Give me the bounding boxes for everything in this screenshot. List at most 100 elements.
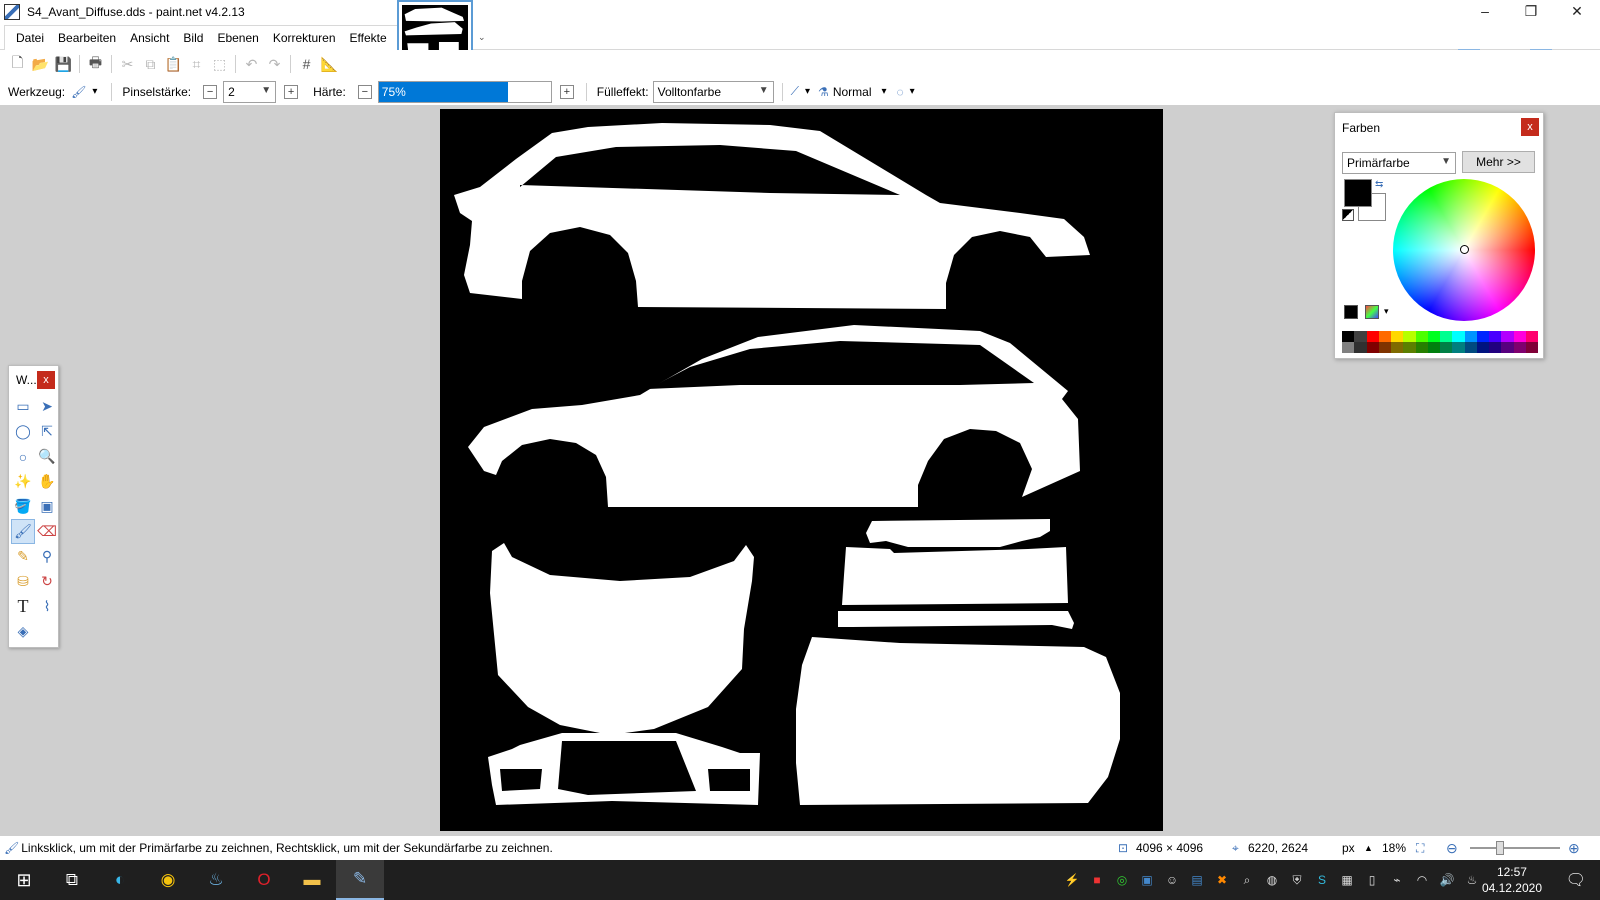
copy-icon[interactable]: ⧉ bbox=[139, 53, 162, 75]
zoom-in-icon[interactable]: ⊕ bbox=[1568, 840, 1580, 857]
paintbrush-icon[interactable]: 🖌 bbox=[71, 85, 86, 99]
tray-app-icon[interactable]: ✖ bbox=[1211, 873, 1233, 887]
palette-swatch[interactable] bbox=[1354, 331, 1367, 342]
palette-swatch[interactable] bbox=[1464, 331, 1477, 342]
swap-colors-icon[interactable]: ⇆ bbox=[1375, 179, 1383, 190]
image-canvas[interactable] bbox=[440, 109, 1163, 831]
primary-color-swatch[interactable] bbox=[1344, 179, 1372, 207]
palette-swatch[interactable] bbox=[1464, 342, 1477, 353]
lasso-select-icon[interactable]: ◯ bbox=[11, 419, 35, 444]
steam-icon[interactable]: ♨ bbox=[192, 860, 240, 900]
line-curve-icon[interactable]: ⌇ bbox=[35, 594, 59, 619]
notification-icon[interactable]: 🗨 bbox=[1566, 870, 1586, 890]
battery-icon[interactable]: ▯ bbox=[1361, 873, 1383, 887]
palette-swatch[interactable] bbox=[1476, 331, 1489, 342]
grid-icon[interactable]: # bbox=[295, 53, 318, 75]
palette-swatch[interactable] bbox=[1342, 331, 1355, 342]
wifi-icon[interactable]: ◠ bbox=[1411, 873, 1433, 887]
recolor-icon[interactable]: ↻ bbox=[35, 569, 59, 594]
palette-swatch[interactable] bbox=[1489, 342, 1502, 353]
menu-datei[interactable]: Datei bbox=[9, 26, 51, 50]
menu-effekte[interactable]: Effekte bbox=[343, 26, 394, 50]
zoom-icon[interactable]: 🔍 bbox=[35, 444, 59, 469]
opera-icon[interactable]: O bbox=[240, 860, 288, 900]
palette-swatch[interactable] bbox=[1427, 331, 1440, 342]
shapes-icon[interactable]: ◈ bbox=[11, 619, 35, 644]
color-wheel-marker[interactable] bbox=[1460, 245, 1469, 254]
palette-swatch[interactable] bbox=[1452, 331, 1465, 342]
tray-app-icon[interactable]: ◎ bbox=[1111, 873, 1133, 887]
tray-app-icon[interactable]: ⌁ bbox=[1386, 873, 1408, 887]
palette-swatch[interactable] bbox=[1452, 342, 1465, 353]
palette-swatch[interactable] bbox=[1427, 342, 1440, 353]
brush-width-combo[interactable]: 2 ▼ bbox=[223, 80, 277, 103]
tray-app-icon[interactable]: ◍ bbox=[1261, 873, 1283, 887]
tray-app-icon[interactable]: ▦ bbox=[1336, 873, 1358, 887]
paint-bucket-icon[interactable]: 🪣 bbox=[11, 494, 35, 519]
search-icon[interactable]: ⌕ bbox=[1236, 873, 1258, 888]
tool-dropdown-caret[interactable]: ▾ bbox=[92, 86, 97, 97]
clone-stamp-icon[interactable]: ⛁ bbox=[11, 569, 35, 594]
palette-swatch[interactable] bbox=[1489, 331, 1502, 342]
paintnet-icon[interactable]: ✎ bbox=[336, 860, 384, 900]
discord-icon[interactable]: ☺ bbox=[1161, 873, 1183, 887]
new-icon[interactable]: 🗋 bbox=[6, 53, 29, 75]
color-wheel[interactable] bbox=[1393, 179, 1535, 321]
palette-swatch[interactable] bbox=[1378, 331, 1391, 342]
reset-colors-icon[interactable] bbox=[1342, 209, 1354, 221]
more-button[interactable]: Mehr >> bbox=[1462, 151, 1535, 173]
steam-tray-icon[interactable]: ♨ bbox=[1461, 873, 1483, 887]
selection-mode-icon[interactable]: ◌ bbox=[897, 85, 904, 99]
task-view-icon[interactable]: ⧉ bbox=[48, 860, 96, 900]
palette-menu-caret[interactable]: ▾ bbox=[1384, 306, 1389, 317]
blend-mode-value[interactable]: Normal bbox=[833, 85, 872, 99]
tray-app-icon[interactable]: S bbox=[1311, 873, 1333, 887]
palette-swatch[interactable] bbox=[1354, 342, 1367, 353]
menu-ansicht[interactable]: Ansicht bbox=[123, 26, 176, 50]
tray-app-icon[interactable]: ▤ bbox=[1186, 873, 1208, 887]
palette-swatch[interactable] bbox=[1391, 342, 1404, 353]
hardness-increase-button[interactable]: + bbox=[559, 84, 574, 99]
zoom-value[interactable]: 18% bbox=[1382, 841, 1406, 855]
palette-swatch[interactable] bbox=[1476, 342, 1489, 353]
selection-mode-caret[interactable]: ▾ bbox=[910, 86, 915, 97]
chrome-icon[interactable]: ◉ bbox=[144, 860, 192, 900]
tab-overflow-caret[interactable]: ⌄ bbox=[478, 32, 486, 43]
zoom-slider-thumb[interactable] bbox=[1496, 841, 1504, 855]
palette-swatch[interactable] bbox=[1501, 331, 1514, 342]
palette-swatch[interactable] bbox=[1525, 342, 1538, 353]
explorer-icon[interactable]: ▬ bbox=[288, 860, 336, 900]
undo-icon[interactable]: ↶ bbox=[240, 53, 263, 75]
brush-width-decrease-button[interactable]: − bbox=[203, 84, 218, 99]
colors-window-close-button[interactable]: x bbox=[1521, 118, 1539, 136]
palette-swatch[interactable] bbox=[1501, 342, 1514, 353]
palette-swatch[interactable] bbox=[1415, 331, 1428, 342]
pan-icon[interactable]: ✋ bbox=[35, 469, 59, 494]
zoom-to-window-icon[interactable]: ⛶ bbox=[1416, 841, 1424, 856]
palette-swatch[interactable] bbox=[1440, 331, 1453, 342]
open-icon[interactable]: 📂 bbox=[29, 53, 52, 75]
tray-app-icon[interactable]: ▣ bbox=[1136, 873, 1158, 887]
palette-swatch[interactable] bbox=[1525, 331, 1538, 342]
palette-swatch[interactable] bbox=[1378, 342, 1391, 353]
brush-width-increase-button[interactable]: + bbox=[284, 84, 299, 99]
palette-swatch[interactable] bbox=[1513, 331, 1526, 342]
antialiasing-icon[interactable]: ⟋ bbox=[791, 84, 799, 99]
save-icon[interactable]: 💾 bbox=[52, 53, 75, 75]
crop-icon[interactable]: ⌗ bbox=[185, 53, 208, 75]
move-selected-icon[interactable]: ⇱ bbox=[35, 419, 59, 444]
tray-app-icon[interactable]: ■ bbox=[1086, 873, 1108, 887]
ellipse-select-icon[interactable]: ○ bbox=[11, 444, 35, 469]
palette-swatch[interactable] bbox=[1366, 342, 1379, 353]
palette-swatch[interactable] bbox=[1513, 342, 1526, 353]
magic-wand-icon[interactable]: ✨ bbox=[11, 469, 35, 494]
eraser-icon[interactable]: ⌫ bbox=[35, 519, 59, 544]
zoom-out-icon[interactable]: ⊖ bbox=[1446, 840, 1458, 857]
palette-swatch[interactable] bbox=[1403, 342, 1416, 353]
close-button[interactable]: ✕ bbox=[1554, 0, 1600, 22]
edge-icon[interactable]: ◐ bbox=[96, 860, 144, 900]
menu-bild[interactable]: Bild bbox=[176, 26, 210, 50]
palette-swatch[interactable] bbox=[1403, 331, 1416, 342]
text-icon[interactable]: T bbox=[11, 594, 35, 619]
rectangle-select-icon[interactable]: ▭ bbox=[11, 394, 35, 419]
